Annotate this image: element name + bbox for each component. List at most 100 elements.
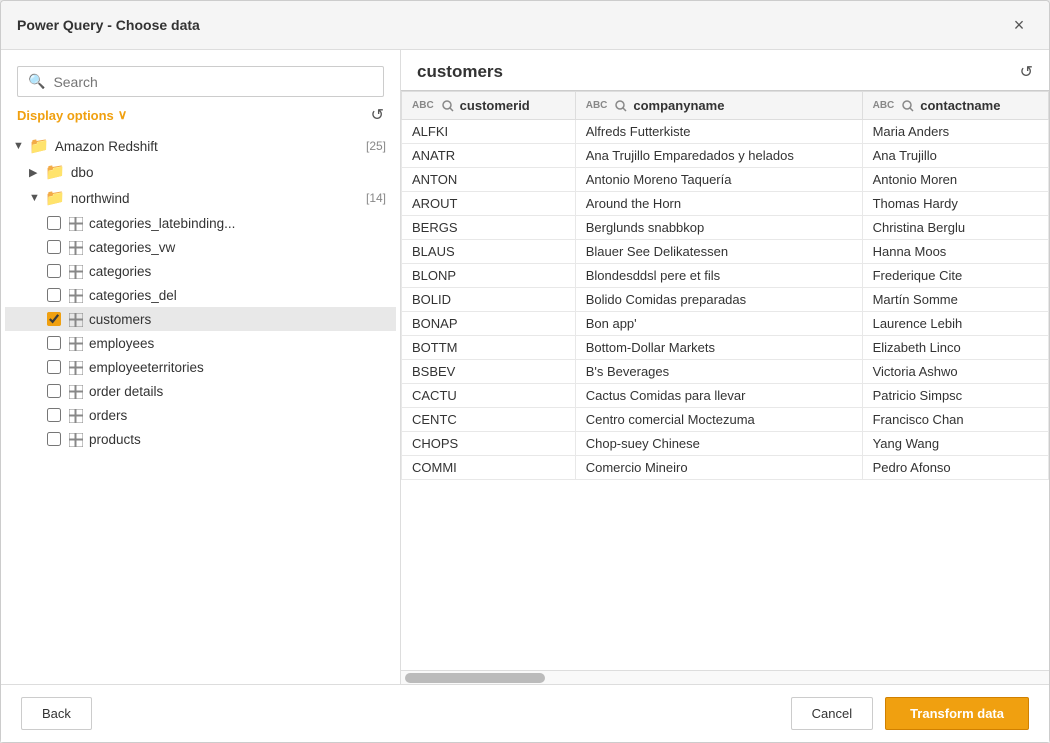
display-options-button[interactable]: Display options ∨ — [17, 107, 127, 123]
horizontal-scrollbar[interactable] — [401, 670, 1049, 684]
table-row: ANATRAna Trujillo Emparedados y heladosA… — [402, 144, 1049, 168]
back-button[interactable]: Back — [21, 697, 92, 730]
tree-item-employees[interactable]: employees — [5, 331, 396, 355]
tree-item-label: northwind — [71, 191, 130, 206]
cell-customerid: BLONP — [402, 264, 576, 288]
col-label: contactname — [920, 98, 1000, 113]
cell-companyname: Bottom-Dollar Markets — [575, 336, 862, 360]
table-row: BOTTMBottom-Dollar MarketsElizabeth Linc… — [402, 336, 1049, 360]
tree-item-employeeterritories[interactable]: employeeterritories — [5, 355, 396, 379]
tree-item-label: categories_latebinding... — [89, 216, 235, 231]
cell-companyname: Cactus Comidas para llevar — [575, 384, 862, 408]
table-checkbox[interactable] — [47, 264, 61, 278]
data-table-wrapper[interactable]: ABCcustomerid ABC companyname ABCcontactnam… — [401, 90, 1049, 670]
refresh-right-button[interactable]: ↺ — [1020, 62, 1033, 82]
tree-item-order_details[interactable]: order details — [5, 379, 396, 403]
cell-companyname: Alfreds Futterkiste — [575, 120, 862, 144]
table-icon — [69, 407, 83, 423]
col-header-contactname: ABCcontactname — [862, 92, 1048, 120]
search-box: 🔍 — [17, 66, 384, 97]
table-icon — [69, 431, 83, 447]
table-checkbox[interactable] — [47, 240, 61, 254]
cell-customerid: CHOPS — [402, 432, 576, 456]
cell-contactname: Martín Somme — [862, 288, 1048, 312]
tree-item-amazon[interactable]: ▼📁Amazon Redshift[25] — [5, 133, 396, 159]
col-label: companyname — [633, 98, 724, 113]
col-header-customerid: ABCcustomerid — [402, 92, 576, 120]
cell-companyname: Ana Trujillo Emparedados y helados — [575, 144, 862, 168]
table-checkbox[interactable] — [47, 288, 61, 302]
cell-contactname: Christina Berglu — [862, 216, 1048, 240]
search-input[interactable] — [53, 74, 373, 90]
cell-customerid: BOLID — [402, 288, 576, 312]
cell-customerid: ANTON — [402, 168, 576, 192]
folder-icon: 📁 — [45, 188, 65, 208]
table-checkbox[interactable] — [47, 408, 61, 422]
checkbox-wrap[interactable] — [45, 334, 63, 352]
tree-item-label: categories — [89, 264, 151, 279]
table-checkbox[interactable] — [47, 432, 61, 446]
table-row: COMMIComercio MineiroPedro Afonso — [402, 456, 1049, 480]
cell-customerid: CENTC — [402, 408, 576, 432]
cell-contactname: Laurence Lebih — [862, 312, 1048, 336]
tree-item-categories_del[interactable]: categories_del — [5, 283, 396, 307]
cell-customerid: BLAUS — [402, 240, 576, 264]
cell-companyname: Comercio Mineiro — [575, 456, 862, 480]
tree-item-customers[interactable]: customers — [5, 307, 396, 331]
tree-item-categories_vw[interactable]: categories_vw — [5, 235, 396, 259]
table-checkbox[interactable] — [47, 312, 61, 326]
chevron-icon: ▼ — [29, 192, 45, 204]
table-icon — [69, 359, 83, 375]
table-title: customers — [417, 62, 503, 82]
cell-contactname: Yang Wang — [862, 432, 1048, 456]
query-icon — [615, 100, 627, 112]
tree-item-label: customers — [89, 312, 151, 327]
title-bar: Power Query - Choose data × — [1, 1, 1049, 50]
checkbox-wrap[interactable] — [45, 430, 63, 448]
tree-item-northwind[interactable]: ▼📁 northwind [14] — [5, 185, 396, 211]
tree-item-dbo[interactable]: ▶📁dbo — [5, 159, 396, 185]
table-checkbox[interactable] — [47, 360, 61, 374]
checkbox-wrap[interactable] — [45, 238, 63, 256]
close-button[interactable]: × — [1005, 11, 1033, 39]
table-row: CACTUCactus Comidas para llevarPatricio … — [402, 384, 1049, 408]
table-row: BLONPBlondesddsl pere et filsFrederique … — [402, 264, 1049, 288]
tree-item-categories_latebinding[interactable]: categories_latebinding... — [5, 211, 396, 235]
cell-customerid: ANATR — [402, 144, 576, 168]
col-header-companyname: ABC companyname — [575, 92, 862, 120]
table-row: ANTONAntonio Moreno TaqueríaAntonio More… — [402, 168, 1049, 192]
checkbox-wrap[interactable] — [45, 262, 63, 280]
cell-contactname: Victoria Ashwo — [862, 360, 1048, 384]
cell-contactname: Francisco Chan — [862, 408, 1048, 432]
cancel-button[interactable]: Cancel — [791, 697, 873, 730]
table-checkbox[interactable] — [47, 336, 61, 350]
checkbox-wrap[interactable] — [45, 382, 63, 400]
table-row: AROUTAround the HornThomas Hardy — [402, 192, 1049, 216]
cell-companyname: B's Beverages — [575, 360, 862, 384]
content-area: 🔍 Display options ∨ ↺ ▼📁 Amazon Redshift [… — [1, 50, 1049, 684]
count-badge: [14] — [366, 191, 392, 205]
checkbox-wrap[interactable] — [45, 214, 63, 232]
checkbox-wrap[interactable] — [45, 406, 63, 424]
tree-item-label: Amazon Redshift — [55, 139, 158, 154]
chevron-icon: ▶ — [29, 166, 45, 179]
tree-item-orders[interactable]: orders — [5, 403, 396, 427]
tree-item-label: employees — [89, 336, 154, 351]
table-checkbox[interactable] — [47, 384, 61, 398]
table-row: CHOPSChop-suey ChineseYang Wang — [402, 432, 1049, 456]
data-table: ABCcustomerid ABC companyname ABCcontactnam… — [401, 91, 1049, 480]
col-type-icon: ABC — [586, 100, 608, 111]
checkbox-wrap[interactable] — [45, 310, 63, 328]
cell-companyname: Centro comercial Moctezuma — [575, 408, 862, 432]
cell-companyname: Berglunds snabbkop — [575, 216, 862, 240]
refresh-left-button[interactable]: ↺ — [371, 105, 384, 125]
col-label: customerid — [460, 98, 530, 113]
checkbox-wrap[interactable] — [45, 286, 63, 304]
tree-item-categories[interactable]: categories — [5, 259, 396, 283]
transform-button[interactable]: Transform data — [885, 697, 1029, 730]
table-checkbox[interactable] — [47, 216, 61, 230]
count-badge: [25] — [366, 139, 392, 153]
checkbox-wrap[interactable] — [45, 358, 63, 376]
table-icon — [69, 263, 83, 279]
tree-item-products[interactable]: products — [5, 427, 396, 451]
